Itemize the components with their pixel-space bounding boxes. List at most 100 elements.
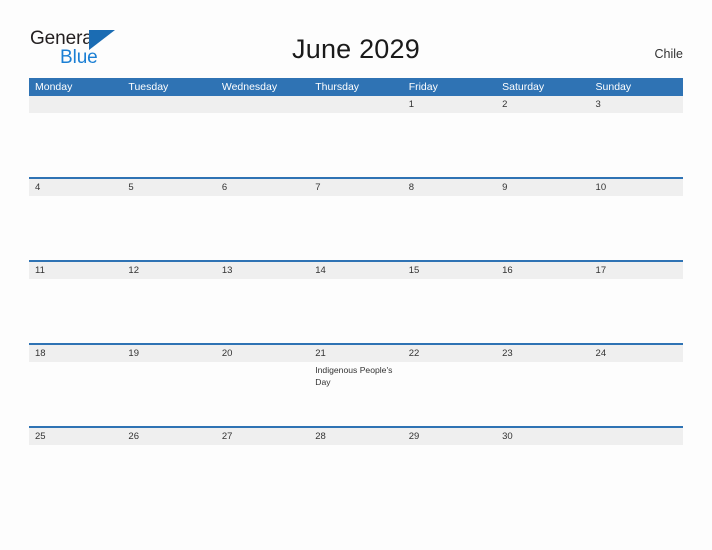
day-cell[interactable]	[216, 113, 309, 177]
day-cell[interactable]	[403, 362, 496, 426]
day-number[interactable]: 16	[496, 262, 589, 279]
day-cell[interactable]	[309, 113, 402, 177]
day-number[interactable]: 30	[496, 428, 589, 445]
page-header: General Blue June 2029 Chile	[0, 0, 712, 78]
day-number[interactable]: 26	[122, 428, 215, 445]
week-date-strip: 4 5 6 7 8 9 10	[29, 177, 683, 196]
day-number[interactable]: 22	[403, 345, 496, 362]
day-number[interactable]	[216, 96, 309, 113]
day-number[interactable]: 14	[309, 262, 402, 279]
day-cell[interactable]	[496, 362, 589, 426]
calendar-week-row: 4 5 6 7 8 9 10	[29, 177, 683, 260]
day-number[interactable]: 20	[216, 345, 309, 362]
week-event-strip	[29, 445, 683, 465]
day-cell[interactable]	[590, 279, 683, 343]
day-cell[interactable]	[496, 279, 589, 343]
day-number[interactable]: 28	[309, 428, 402, 445]
day-cell[interactable]	[496, 445, 589, 465]
day-number[interactable]	[122, 96, 215, 113]
day-number[interactable]: 10	[590, 179, 683, 196]
day-number[interactable]: 7	[309, 179, 402, 196]
day-cell[interactable]	[29, 445, 122, 465]
day-cell[interactable]	[496, 113, 589, 177]
day-cell[interactable]	[122, 362, 215, 426]
day-cell[interactable]	[403, 445, 496, 465]
weekday-header-sunday: Sunday	[595, 81, 632, 93]
page-title: June 2029	[292, 34, 420, 64]
day-cell[interactable]	[216, 279, 309, 343]
day-cell[interactable]	[122, 279, 215, 343]
week-event-strip	[29, 279, 683, 343]
day-number[interactable]: 2	[496, 96, 589, 113]
week-date-strip: 18 19 20 21 22 23 24	[29, 343, 683, 362]
calendar-grid: Monday Tuesday Wednesday Thursday Friday Satu…	[29, 78, 683, 465]
day-number[interactable]: 5	[122, 179, 215, 196]
day-number[interactable]	[590, 428, 683, 445]
day-number[interactable]	[29, 96, 122, 113]
day-number[interactable]: 17	[590, 262, 683, 279]
holiday-event-label: Indigenous People's Day	[315, 365, 393, 387]
day-cell[interactable]	[122, 113, 215, 177]
day-cell[interactable]	[403, 279, 496, 343]
calendar-week-row: 11 12 13 14 15 16 17	[29, 260, 683, 343]
day-cell[interactable]	[590, 445, 683, 465]
week-event-strip	[29, 113, 683, 177]
day-cell[interactable]	[122, 445, 215, 465]
day-number[interactable]: 19	[122, 345, 215, 362]
day-cell[interactable]: Indigenous People's Day	[309, 362, 402, 426]
day-number[interactable]: 29	[403, 428, 496, 445]
calendar-week-row: 123	[29, 96, 683, 177]
country-label: Chile	[654, 47, 684, 61]
weekday-header-row: Monday Tuesday Wednesday Thursday Friday Satu…	[29, 78, 683, 96]
day-cell[interactable]	[29, 279, 122, 343]
day-cell[interactable]	[403, 196, 496, 260]
week-event-strip: Indigenous People's Day	[29, 362, 683, 426]
day-cell[interactable]	[216, 362, 309, 426]
weekday-header-wednesday: Wednesday	[221, 81, 278, 93]
week-date-strip: 11 12 13 14 15 16 17	[29, 260, 683, 279]
day-number[interactable]: 3	[590, 96, 683, 113]
calendar-week-row: 25 26 27 28 29 30	[29, 426, 683, 465]
day-number[interactable]: 9	[496, 179, 589, 196]
day-number[interactable]: 18	[29, 345, 122, 362]
day-cell[interactable]	[309, 279, 402, 343]
calendar-weeks: 1 2 3 4 5 6 7 8 9 10 11 12 13 14 15 16 17 18 19 20 21 22 23 24 I…	[29, 96, 683, 465]
day-cell[interactable]	[29, 113, 122, 177]
day-number[interactable]	[309, 96, 402, 113]
day-number[interactable]: 12	[122, 262, 215, 279]
day-number[interactable]: 24	[590, 345, 683, 362]
calendar-page: General Blue June 2029 Chile Monday Tuesd…	[0, 0, 712, 550]
day-cell[interactable]	[309, 196, 402, 260]
day-number[interactable]: 13	[216, 262, 309, 279]
day-cell[interactable]	[29, 362, 122, 426]
day-number[interactable]: 11	[29, 262, 122, 279]
day-cell[interactable]	[590, 196, 683, 260]
weekday-header-saturday: Saturday	[502, 81, 545, 93]
day-cell[interactable]	[122, 196, 215, 260]
day-number[interactable]: 6	[216, 179, 309, 196]
day-number[interactable]: 8	[403, 179, 496, 196]
day-cell[interactable]	[590, 362, 683, 426]
day-cell[interactable]	[496, 196, 589, 260]
day-number[interactable]: 27	[216, 428, 309, 445]
day-cell[interactable]	[29, 196, 122, 260]
day-number[interactable]: 23	[496, 345, 589, 362]
day-number[interactable]: 25	[29, 428, 122, 445]
day-cell[interactable]	[216, 445, 309, 465]
day-cell[interactable]	[216, 196, 309, 260]
day-number[interactable]: 21	[309, 345, 402, 362]
day-number[interactable]: 4	[29, 179, 122, 196]
week-date-strip: 25 26 27 28 29 30	[29, 426, 683, 445]
weekday-header-friday: Friday	[408, 81, 438, 93]
weekday-header-monday: Monday	[35, 81, 73, 93]
day-cell[interactable]	[309, 445, 402, 465]
calendar-week-row: 18 19 20 21 22 23 24 Indigenous People's Day	[29, 343, 683, 426]
weekday-header-tuesday: Tuesday	[128, 81, 169, 93]
day-number[interactable]: 1	[403, 96, 496, 113]
weekday-header-thursday: Thursday	[315, 81, 360, 93]
day-cell[interactable]	[403, 113, 496, 177]
week-event-strip	[29, 196, 683, 260]
day-number[interactable]: 15	[403, 262, 496, 279]
week-date-strip: 123	[29, 96, 683, 113]
day-cell[interactable]	[590, 113, 683, 177]
